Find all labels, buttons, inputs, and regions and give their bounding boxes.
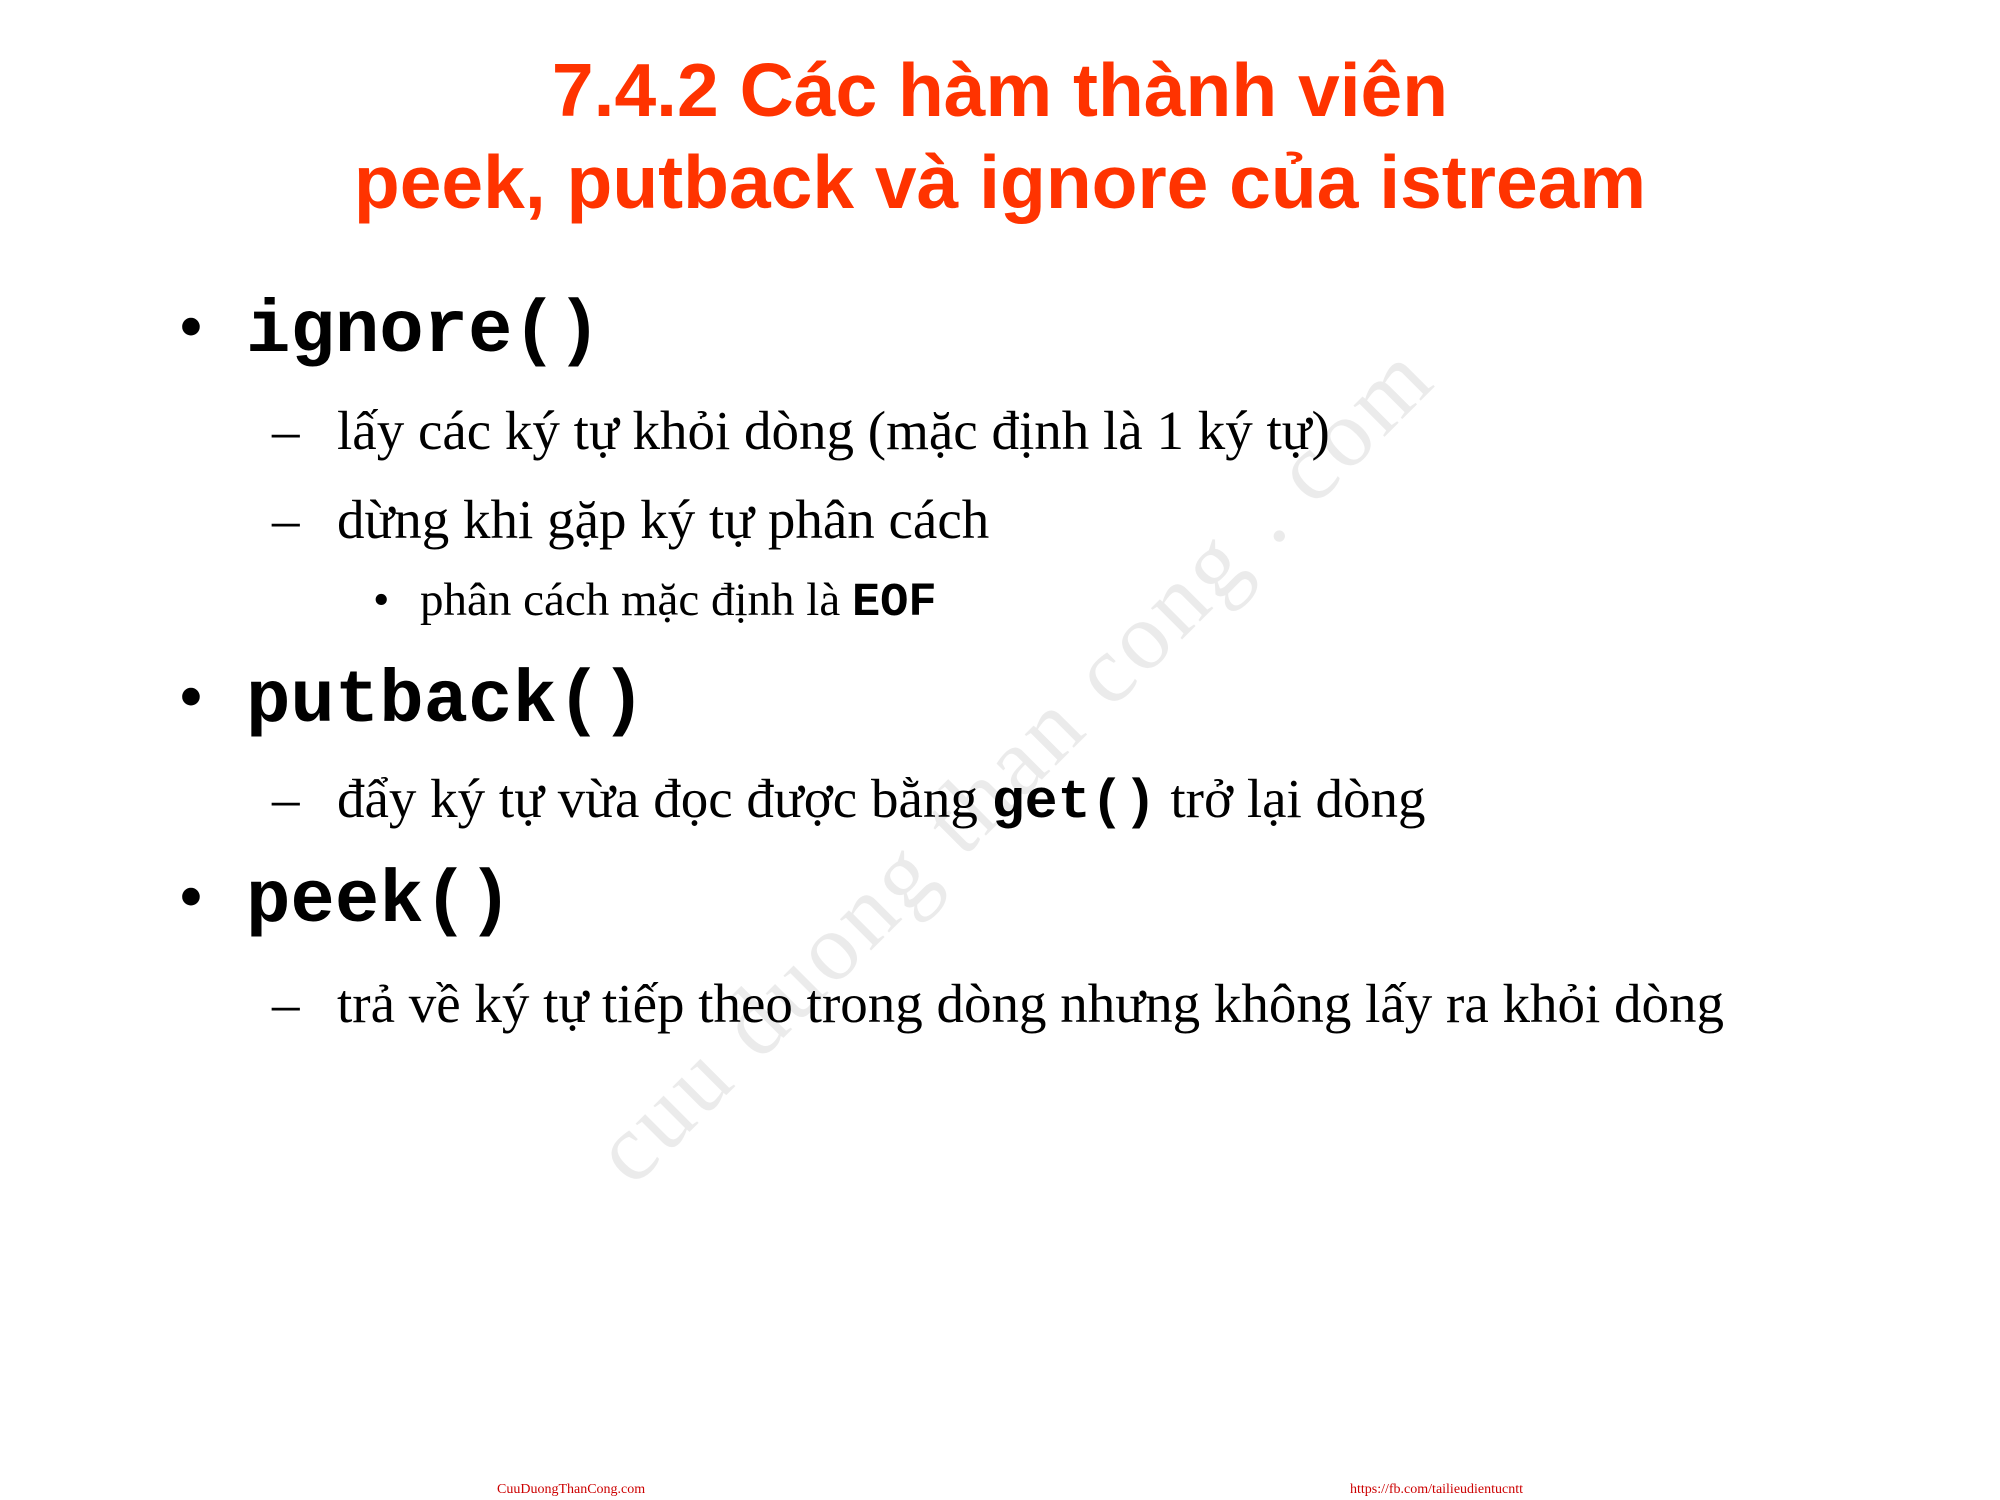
bullet-dot: • [178, 856, 204, 938]
code-get: get() [991, 771, 1157, 834]
subitem-text: dừng khi gặp ký tự phân cách [337, 489, 990, 550]
slide-title: 7.4.2 Các hàm thành viên peek, putback v… [0, 44, 2000, 228]
footer-left: CuuDuongThanCong.com [497, 1482, 646, 1497]
bullet-peek: • peek() [178, 857, 512, 942]
bullet-dot: • [178, 286, 204, 368]
bullet-ignore: • ignore() [178, 287, 601, 372]
title-line-2: peek, putback và ignore của istream [353, 140, 1647, 224]
subsubitem-text: phân cách mặc định là [420, 574, 852, 626]
subitem-text: lấy các ký tự khỏi dòng (mặc định là 1 k… [337, 400, 1330, 461]
subitem-text-before: đẩy ký tự vừa đọc được bằng [337, 768, 992, 829]
dash-marker: – [272, 973, 300, 1034]
code-peek: peek() [246, 860, 513, 944]
subsubitem-ignore-1: • phân cách mặc định là EOF [373, 570, 937, 634]
bullet-putback: • putback() [178, 657, 646, 742]
subitem-ignore-1: – lấy các ký tự khỏi dòng (mặc định là 1 … [272, 395, 1777, 467]
dash-marker: – [272, 489, 300, 550]
subitem-ignore-2: – dừng khi gặp ký tự phân cách [272, 484, 1777, 556]
code-ignore: ignore() [246, 290, 602, 374]
footer-right: https://fb.com/tailieudientucntt [1350, 1482, 1524, 1497]
code-eof: EOF [851, 577, 937, 630]
subitem-putback-1: – đẩy ký tự vừa đọc được bằng get() trở l… [272, 763, 1777, 839]
subitem-text: trả về ký tự tiếp theo trong dòng nhưng … [337, 973, 1725, 1034]
sub-bullet-dot: • [373, 574, 390, 626]
bullet-dot: • [178, 656, 204, 738]
code-putback: putback() [246, 660, 646, 744]
dash-marker: – [272, 400, 300, 461]
subitem-peek-1: – trả về ký tự tiếp theo trong dòng nhưng… [272, 968, 1777, 1040]
subitem-text-after: trở lại dòng [1156, 768, 1426, 829]
title-line-1: 7.4.2 Các hàm thành viên [551, 48, 1449, 132]
dash-marker: – [272, 768, 300, 829]
